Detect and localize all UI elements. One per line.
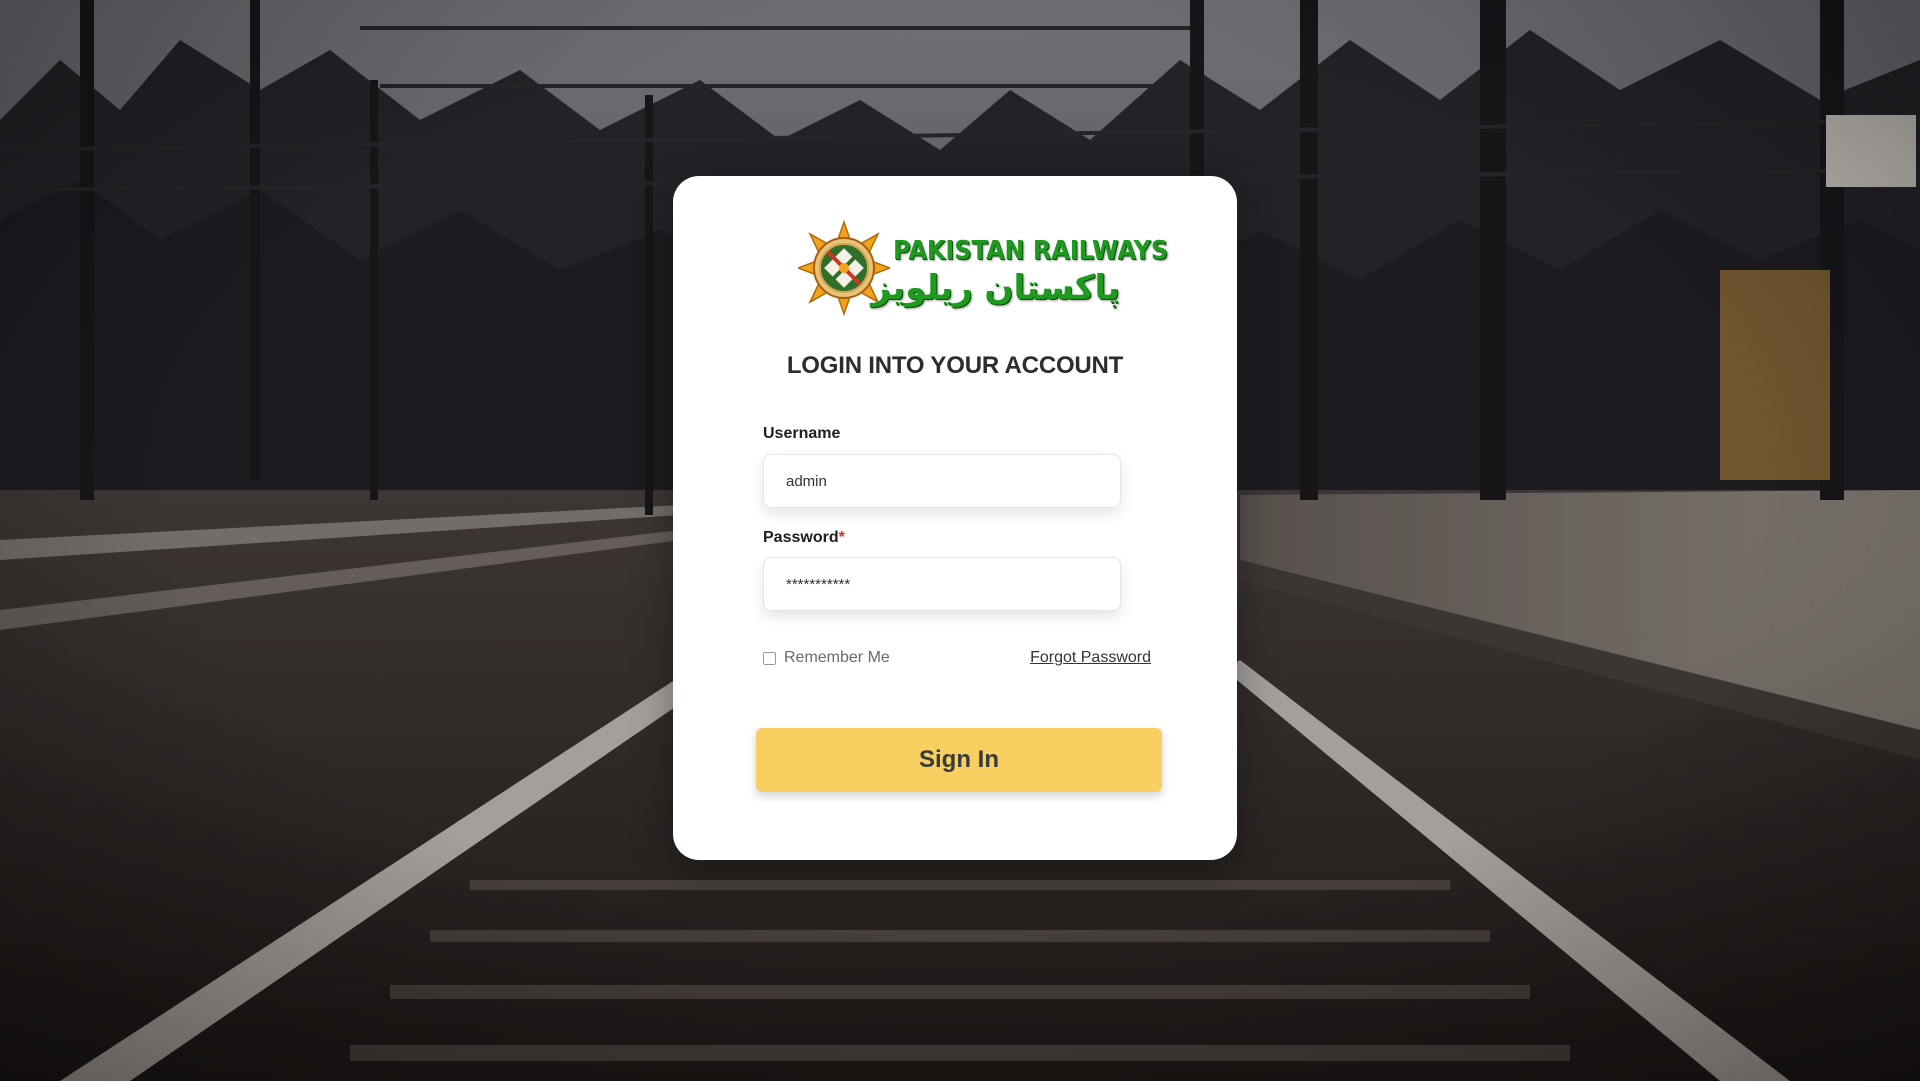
required-mark: * (838, 529, 845, 546)
password-label-text: Password (763, 529, 839, 546)
password-input[interactable] (763, 557, 1121, 611)
brand-name-en: PAKISTAN RAILWAYS (893, 236, 1169, 266)
forgot-password-link[interactable]: Forgot Password (1030, 649, 1151, 667)
login-card: PAKISTAN RAILWAYS پاکستان ریلویز LOGIN I… (673, 176, 1237, 860)
username-label: Username (763, 425, 841, 442)
page-title: LOGIN INTO YOUR ACCOUNT (786, 352, 1124, 379)
brand-logo: PAKISTAN RAILWAYS پاکستان ریلویز (798, 220, 1168, 316)
username-input[interactable] (763, 454, 1121, 508)
sign-in-button[interactable]: Sign In (756, 728, 1162, 792)
remember-me[interactable]: Remember Me (763, 649, 890, 667)
brand-name-ur: پاکستان ریلویز (871, 268, 1120, 308)
remember-checkbox[interactable] (763, 651, 776, 665)
remember-label: Remember Me (784, 649, 890, 666)
password-label: Password* (763, 529, 845, 547)
